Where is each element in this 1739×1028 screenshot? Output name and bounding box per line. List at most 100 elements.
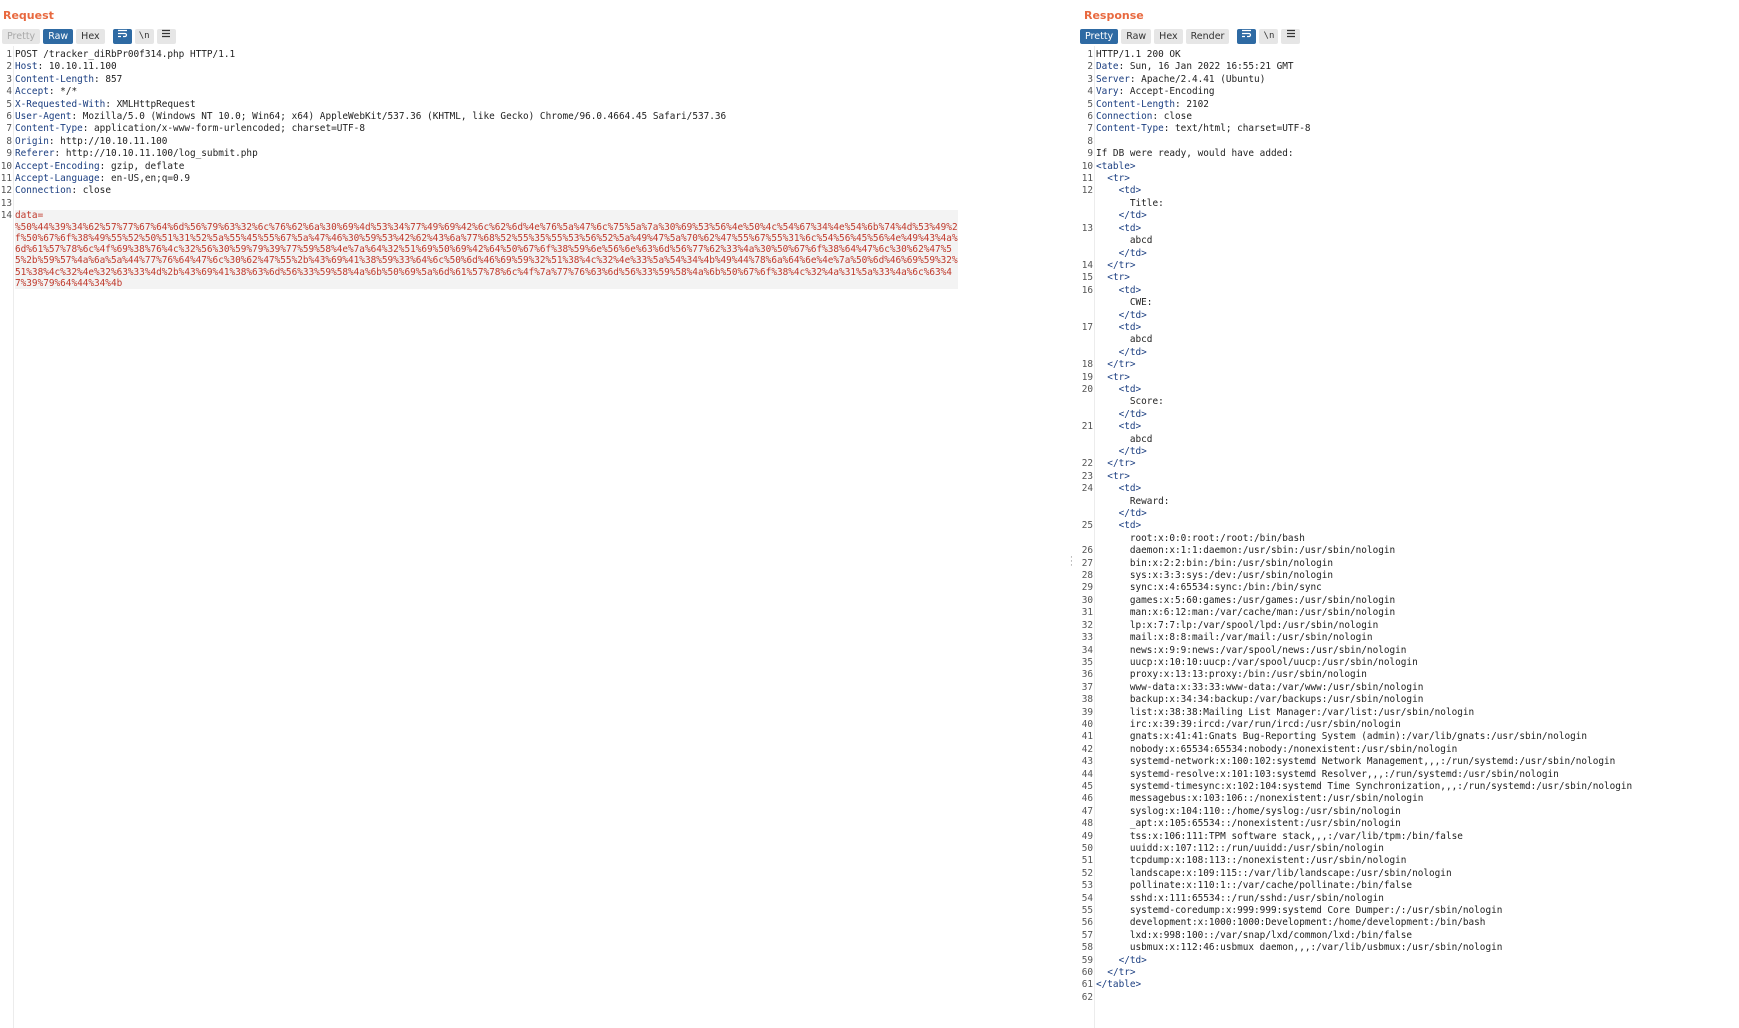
line-text: User-Agent: Mozilla/5.0 (Windows NT 10.0… (15, 111, 727, 123)
line-number: 34 (1081, 644, 1093, 656)
code-line: 54 sshd:x:111:65534::/run/sshd:/usr/sbin… (1081, 893, 1739, 905)
code-line: 38 backup:x:34:34:backup:/var/backups:/u… (1081, 694, 1739, 706)
line-text: Connection: close (1096, 111, 1192, 123)
line-number: 3 (6, 73, 12, 85)
request-editor[interactable]: 1 POST /tracker_diRbPr00f314.php HTTP/1.1… (0, 49, 1066, 290)
html-tag: </td> (1118, 247, 1147, 259)
wrap-lines-icon[interactable] (1237, 29, 1257, 44)
code-line: </td> (1081, 508, 1739, 520)
html-tag: <td> (1118, 222, 1142, 234)
code-line: 32 lp:x:7:7:lp:/var/spool/lpd:/usr/sbin/… (1081, 620, 1739, 632)
header-value: XMLHttpRequest (110, 98, 196, 110)
line-text: tss:x:106:111:TPM software stack,,,:/var… (1096, 830, 1463, 842)
line-text: usbmux:x:112:46:usbmux daemon,,,:/var/li… (1096, 942, 1503, 954)
html-tag: <tr> (1107, 173, 1130, 185)
line-number: 47 (1081, 805, 1093, 817)
line-number: 10 (0, 160, 12, 172)
line-text: </tr> (1096, 260, 1739, 272)
code-line: 9 Referer: http://10.10.11.100/log_submit… (0, 148, 1066, 160)
code-line: 11 <tr> (1081, 173, 1739, 185)
html-tag: </tr> (1107, 359, 1136, 371)
code-line: 22 </tr> (1081, 458, 1739, 470)
line-number: 51 (1081, 855, 1093, 867)
newline-icon[interactable]: \n (1259, 29, 1279, 44)
line-number: 59 (1081, 954, 1093, 966)
code-line: 11 Accept-Language: en-US,en;q=0.9 (0, 173, 1066, 185)
code-line: 62 (1081, 992, 1739, 1004)
response-tab-render[interactable]: Render (1185, 29, 1230, 44)
line-number: 54 (1081, 892, 1093, 904)
header-name: User-Agent (15, 111, 72, 123)
line-text: <td> (1096, 520, 1739, 532)
line-text: abcd (1096, 235, 1153, 247)
line-text: messagebus:x:103:106::/nonexistent:/usr/… (1096, 793, 1424, 805)
request-tab-hex[interactable]: Hex (76, 29, 105, 44)
line-text: <tr> (1096, 372, 1739, 384)
line-text: Accept-Language: en-US,en;q=0.9 (15, 173, 190, 185)
line-number: 39 (1081, 706, 1093, 718)
request-tab-pretty[interactable]: Pretty (2, 29, 41, 44)
line-number: 14 (1081, 259, 1093, 271)
code-line: 26 daemon:x:1:1:daemon:/usr/sbin:/usr/sb… (1081, 545, 1739, 557)
request-pane: Request Pretty Raw Hex \n 1 POST /tracker… (0, 0, 1066, 1028)
code-line: 5 X-Requested-With: XMLHttpRequest (0, 99, 1066, 111)
response-tab-hex[interactable]: Hex (1154, 29, 1183, 44)
response-tab-raw[interactable]: Raw (1121, 29, 1152, 44)
line-number: 45 (1081, 780, 1093, 792)
request-tab-raw[interactable]: Raw (43, 29, 74, 44)
html-tag: <td> (1118, 383, 1142, 395)
menu-icon[interactable] (1281, 29, 1301, 44)
request-body-line: 14 data= %50%44%39%34%62%57%77%67%64%6d%56… (0, 210, 1066, 290)
code-line: 31 man:x:6:12:man:/var/cache/man:/usr/sb… (1081, 607, 1739, 619)
wrap-lines-icon[interactable] (112, 29, 132, 44)
line-text: </table> (1096, 979, 1739, 991)
line-text: Accept: */* (15, 86, 78, 98)
html-tag: <tr> (1107, 272, 1130, 284)
header-value: Apache/2.4.41 (Ubuntu) (1135, 73, 1266, 85)
response-editor[interactable]: 1 HTTP/1.1 200 OK 2 Date: Sun, 16 Jan 2022 … (1081, 49, 1739, 1004)
line-text: POST /tracker_diRbPr00f314.php HTTP/1.1 (15, 49, 236, 60)
response-tab-pretty[interactable]: Pretty (1080, 29, 1119, 44)
header-value: 10.10.11.100 (43, 61, 117, 73)
header-name: Vary (1096, 86, 1119, 98)
line-text: If DB were ready, would have added: (1096, 148, 1294, 160)
header-name: Referer (15, 148, 55, 160)
line-number: 56 (1081, 917, 1093, 929)
line-number: 1 (1087, 49, 1093, 60)
code-line: 12 <td> (1081, 185, 1739, 197)
line-number: 49 (1081, 830, 1093, 842)
html-tag: </td> (1118, 446, 1147, 457)
code-line: 42 nobody:x:65534:65534:nobody:/nonexist… (1081, 744, 1739, 756)
line-text: backup:x:34:34:backup:/var/backups:/usr/… (1096, 694, 1424, 706)
html-tag: <tr> (1107, 371, 1130, 383)
line-text: abcd (1096, 334, 1153, 346)
line-number: 21 (1081, 421, 1093, 433)
line-text: man:x:6:12:man:/var/cache/man:/usr/sbin/… (1096, 607, 1396, 619)
line-text: </td> (1096, 210, 1739, 222)
pane-divider[interactable]: · · · (1070, 0, 1074, 1028)
line-number: 29 (1081, 582, 1093, 594)
code-line: root:x:0:0:root:/root:/bin/bash (1081, 533, 1739, 545)
line-number: 35 (1081, 656, 1093, 668)
code-line: 3 Server: Apache/2.4.41 (Ubuntu) (1081, 74, 1739, 86)
code-line: 48 _apt:x:105:65534::/nonexistent:/usr/s… (1081, 818, 1739, 830)
line-number: 4 (6, 86, 12, 98)
line-number: 50 (1081, 843, 1093, 854)
newline-icon[interactable]: \n (134, 29, 154, 44)
code-line: Score: (1081, 396, 1739, 408)
request-body[interactable]: data= %50%44%39%34%62%57%77%67%64%6d%56%7… (15, 210, 958, 290)
code-line: </td> (1081, 310, 1739, 322)
header-name: Host (15, 61, 38, 73)
code-line: 13 <td> (1081, 223, 1739, 235)
code-line: 20 <td> (1081, 384, 1739, 396)
line-text: list:x:38:38:Mailing List Manager:/var/l… (1096, 706, 1475, 718)
menu-icon[interactable] (156, 29, 176, 44)
code-line: 43 systemd-network:x:100:102:systemd Net… (1081, 756, 1739, 768)
line-text: tcpdump:x:108:113::/nonexistent:/usr/sbi… (1096, 855, 1407, 867)
code-line: 39 list:x:38:38:Mailing List Manager:/va… (1081, 707, 1739, 719)
